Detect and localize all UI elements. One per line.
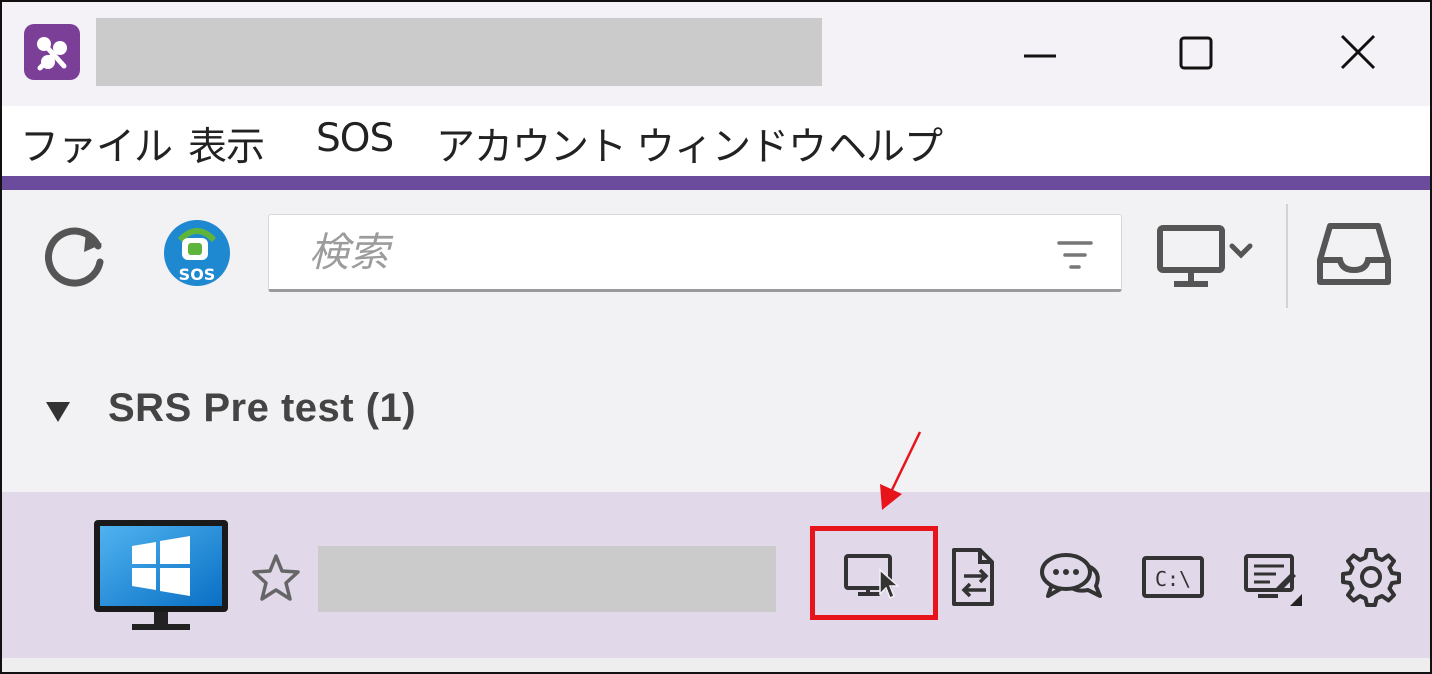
file-transfer-icon: [952, 548, 994, 606]
sos-icon: SOS: [164, 220, 230, 286]
command-prompt-button[interactable]: C:\: [1140, 544, 1206, 610]
toolbar: SOS: [2, 190, 1430, 320]
menu-bar: ファイル 表示 SOS アカウント ウィンドウ ヘルプ: [2, 106, 1430, 176]
remote-tools-icon: [1244, 554, 1302, 606]
menu-window[interactable]: ウィンドウ: [636, 116, 827, 172]
chat-icon: [1040, 553, 1102, 598]
app-logo-icon: [24, 24, 80, 80]
gear-icon: [1341, 548, 1401, 607]
list-bottom-strip: [2, 658, 1430, 672]
filter-icon[interactable]: [1055, 235, 1095, 275]
inbox-icon: [1317, 223, 1391, 285]
maximize-icon: [1179, 36, 1213, 70]
device-settings-button[interactable]: [1338, 544, 1404, 610]
menu-view[interactable]: 表示: [188, 116, 265, 172]
search-input[interactable]: [307, 223, 1031, 283]
menu-sos[interactable]: SOS: [316, 116, 394, 161]
command-prompt-icon: C:\: [1142, 556, 1204, 598]
toolbar-divider: [1286, 204, 1288, 308]
inbox-button[interactable]: [1316, 220, 1392, 290]
windows-pc-icon: [92, 518, 230, 634]
device-row[interactable]: C:\: [2, 492, 1430, 658]
menu-account[interactable]: アカウント: [436, 116, 627, 172]
accent-bar: [2, 176, 1430, 190]
file-transfer-button[interactable]: [940, 544, 1006, 610]
title-bar: [2, 2, 1430, 106]
command-prompt-label: C:\: [1155, 567, 1191, 591]
favorite-star-icon[interactable]: [250, 552, 302, 604]
window-title-redacted: [96, 18, 822, 86]
close-icon: [1340, 34, 1376, 70]
computer-dropdown-button[interactable]: [1154, 224, 1264, 290]
maximize-button[interactable]: [1166, 22, 1226, 82]
group-title: SRS Pre test (1): [108, 386, 417, 430]
triangle-down-icon[interactable]: [42, 396, 74, 428]
sos-button[interactable]: SOS: [160, 216, 234, 290]
search-box: [268, 214, 1122, 292]
remote-tools-button[interactable]: [1240, 544, 1306, 610]
group-header[interactable]: SRS Pre test (1): [2, 372, 1430, 452]
menu-file[interactable]: ファイル: [20, 116, 173, 172]
chat-button[interactable]: [1038, 544, 1104, 610]
monitor-icon: [1157, 225, 1253, 287]
close-button[interactable]: [1328, 22, 1388, 82]
refresh-button[interactable]: [40, 220, 112, 292]
device-name-redacted: [318, 546, 776, 612]
minimize-icon: [1024, 54, 1056, 58]
menu-help[interactable]: ヘルプ: [828, 116, 943, 172]
annotation-arrow-icon: [880, 431, 922, 510]
minimize-button[interactable]: [1010, 22, 1070, 82]
app-window: ファイル 表示 SOS アカウント ウィンドウ ヘルプ SOS 検索 SRS P…: [0, 0, 1432, 674]
annotation-highlight-box: [810, 526, 938, 620]
refresh-icon: [44, 227, 104, 287]
sos-label: SOS: [179, 265, 216, 284]
